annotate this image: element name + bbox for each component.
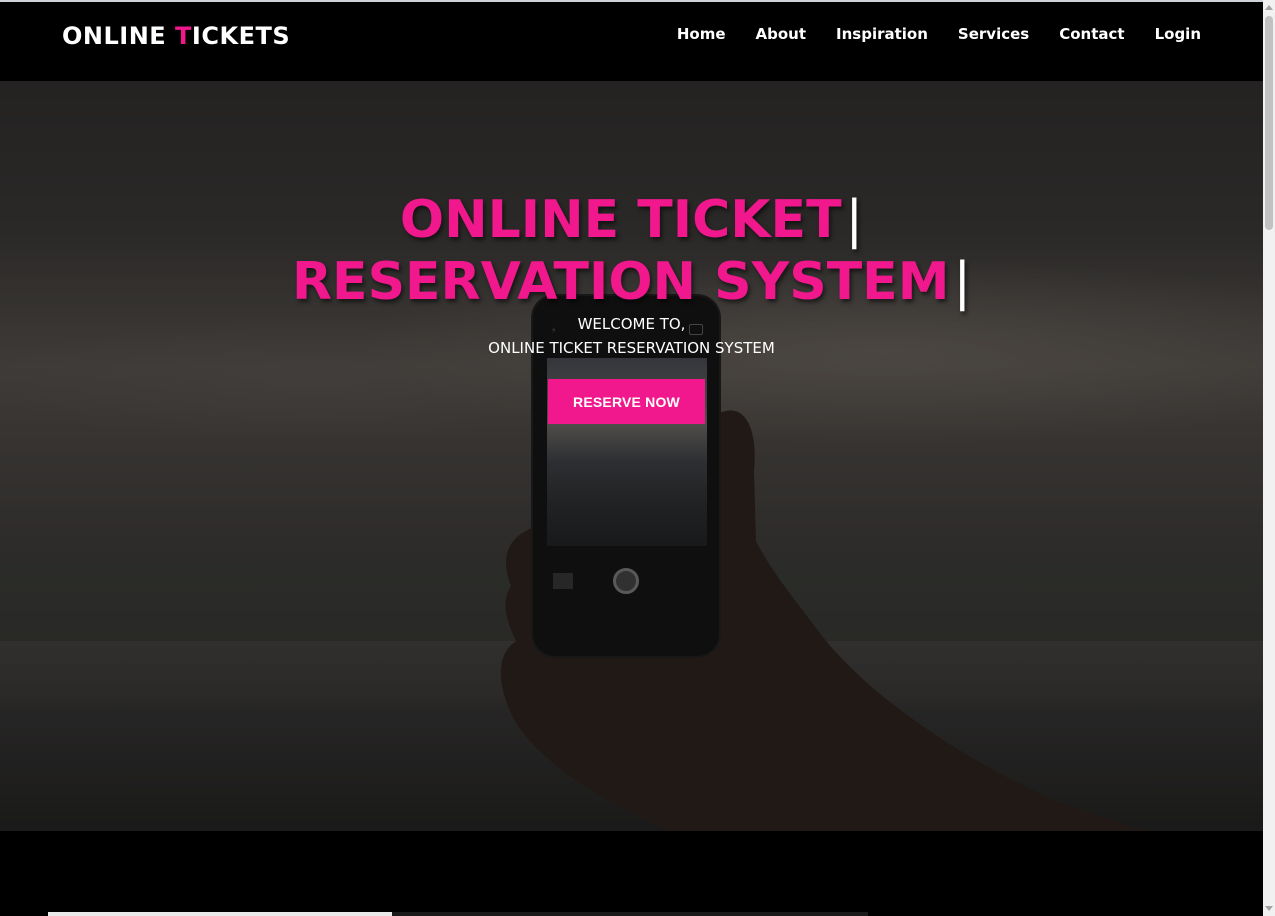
main-nav: Home About Inspiration Services Contact … <box>662 24 1201 44</box>
brand-prefix: ONLINE <box>62 22 176 50</box>
hero-section: ⚡ ONLINE TICKET| RESERVATION SYSTEM| WEL… <box>0 81 1263 831</box>
brand-logo[interactable]: ONLINE TICKETS <box>62 22 290 50</box>
typing-cursor: | <box>845 190 864 250</box>
hero-title: ONLINE TICKET| RESERVATION SYSTEM| <box>0 189 1263 313</box>
nav-home[interactable]: Home <box>662 24 741 44</box>
below-hero-section <box>0 831 1263 916</box>
navbar: ONLINE TICKETS Home About Inspiration Se… <box>0 2 1263 81</box>
hero-title-line-1: ONLINE TICKET| <box>399 190 864 250</box>
brand-suffix: ICKETS <box>191 22 291 50</box>
nav-contact[interactable]: Contact <box>1044 24 1139 44</box>
nav-inspiration[interactable]: Inspiration <box>821 24 943 44</box>
welcome-line-2: ONLINE TICKET RESERVATION SYSTEM <box>488 339 775 357</box>
hero-title-line-2: RESERVATION SYSTEM| <box>292 252 971 312</box>
nav-login[interactable]: Login <box>1140 24 1201 44</box>
scroll-down-arrow-icon[interactable] <box>1265 906 1273 911</box>
horizontal-scrollbar-thumb[interactable] <box>48 912 392 916</box>
scroll-up-arrow-icon[interactable] <box>1265 5 1273 10</box>
nav-about[interactable]: About <box>741 24 822 44</box>
typing-cursor: | <box>953 252 971 312</box>
welcome-line-1: WELCOME TO, <box>577 315 686 333</box>
hero-welcome-text: WELCOME TO, ONLINE TICKET RESERVATION SY… <box>0 312 1263 360</box>
nav-services[interactable]: Services <box>943 24 1044 44</box>
brand-accent-letter: T <box>175 22 192 50</box>
vertical-scrollbar-thumb[interactable] <box>1265 16 1273 230</box>
vertical-scrollbar[interactable] <box>1263 0 1275 916</box>
reserve-now-button[interactable]: RESERVE NOW <box>548 379 705 424</box>
page: ONLINE TICKETS Home About Inspiration Se… <box>0 0 1275 916</box>
